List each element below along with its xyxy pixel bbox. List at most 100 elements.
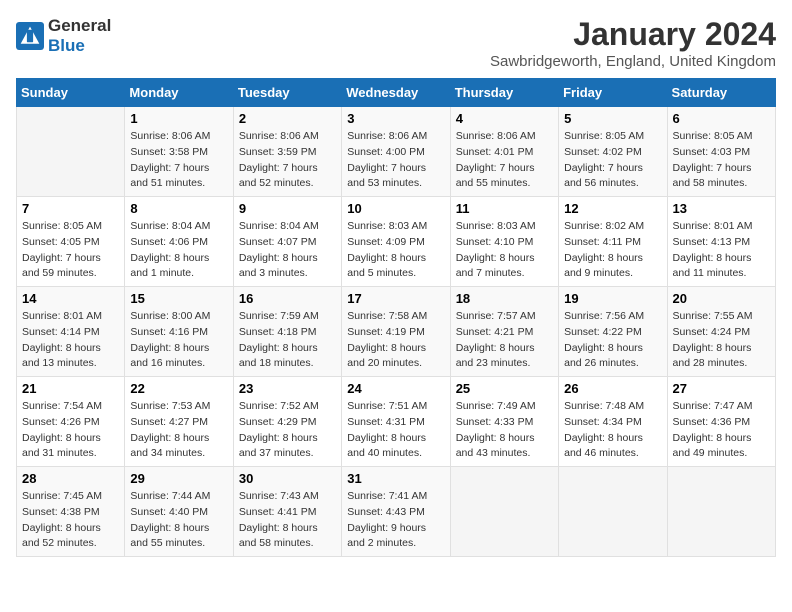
calendar-cell: 27 Sunrise: 7:47 AMSunset: 4:36 PMDayligh… <box>667 377 775 467</box>
calendar-cell: 20Sunrise: 7:55 AMSunset: 4:24 PMDayligh… <box>667 287 775 377</box>
month-title: January 2024 <box>490 16 776 53</box>
calendar-cell: 21Sunrise: 7:54 AMSunset: 4:26 PMDayligh… <box>17 377 125 467</box>
cell-info: Sunrise: 7:47 AMSunset: 4:36 PMDaylight:… <box>673 399 770 462</box>
cell-info: Sunrise: 7:53 AMSunset: 4:27 PMDaylight:… <box>130 399 227 462</box>
calendar-cell: 10 Sunrise: 8:03 AMSunset: 4:09 PMDayligh… <box>342 197 450 287</box>
day-number: 16 <box>239 291 336 306</box>
calendar-cell <box>450 467 558 557</box>
cell-info: Sunrise: 7:43 AMSunset: 4:41 PMDaylight:… <box>239 489 336 552</box>
calendar-cell: 6 Sunrise: 8:05 AMSunset: 4:03 PMDaylight… <box>667 107 775 197</box>
cell-info: Sunrise: 7:58 AMSunset: 4:19 PMDaylight:… <box>347 309 444 372</box>
day-number: 13 <box>673 201 770 216</box>
day-number: 10 <box>347 201 444 216</box>
calendar-cell: 24Sunrise: 7:51 AMSunset: 4:31 PMDayligh… <box>342 377 450 467</box>
day-number: 3 <box>347 111 444 126</box>
header-tuesday: Tuesday <box>233 79 341 107</box>
cell-info: Sunrise: 7:48 AMSunset: 4:34 PMDaylight:… <box>564 399 661 462</box>
cell-info: Sunrise: 7:41 AMSunset: 4:43 PMDaylight:… <box>347 489 444 552</box>
calendar-cell: 11 Sunrise: 8:03 AMSunset: 4:10 PMDayligh… <box>450 197 558 287</box>
calendar-cell: 23 Sunrise: 7:52 AMSunset: 4:29 PMDayligh… <box>233 377 341 467</box>
calendar-cell: 22Sunrise: 7:53 AMSunset: 4:27 PMDayligh… <box>125 377 233 467</box>
page-header: General Blue January 2024 Sawbridgeworth… <box>16 16 776 70</box>
day-number: 12 <box>564 201 661 216</box>
header-monday: Monday <box>125 79 233 107</box>
calendar-cell: 7Sunrise: 8:05 AMSunset: 4:05 PMDaylight… <box>17 197 125 287</box>
cell-info: Sunrise: 7:54 AMSunset: 4:26 PMDaylight:… <box>22 399 119 462</box>
calendar-cell: 26 Sunrise: 7:48 AMSunset: 4:34 PMDayligh… <box>559 377 667 467</box>
calendar-cell: 31Sunrise: 7:41 AMSunset: 4:43 PMDayligh… <box>342 467 450 557</box>
day-number: 14 <box>22 291 119 306</box>
calendar-cell: 8 Sunrise: 8:04 AMSunset: 4:06 PMDaylight… <box>125 197 233 287</box>
cell-info: Sunrise: 8:06 AMSunset: 3:59 PMDaylight:… <box>239 129 336 192</box>
cell-info: Sunrise: 8:03 AMSunset: 4:09 PMDaylight:… <box>347 219 444 282</box>
week-row-4: 21Sunrise: 7:54 AMSunset: 4:26 PMDayligh… <box>17 377 776 467</box>
week-row-2: 7Sunrise: 8:05 AMSunset: 4:05 PMDaylight… <box>17 197 776 287</box>
calendar-table: Sunday Monday Tuesday Wednesday Thursday… <box>16 78 776 557</box>
cell-info: Sunrise: 7:57 AMSunset: 4:21 PMDaylight:… <box>456 309 553 372</box>
week-row-5: 28Sunrise: 7:45 AMSunset: 4:38 PMDayligh… <box>17 467 776 557</box>
day-number: 5 <box>564 111 661 126</box>
cell-info: Sunrise: 7:55 AMSunset: 4:24 PMDaylight:… <box>673 309 770 372</box>
calendar-cell: 13 Sunrise: 8:01 AMSunset: 4:13 PMDayligh… <box>667 197 775 287</box>
header-saturday: Saturday <box>667 79 775 107</box>
day-number: 15 <box>130 291 227 306</box>
calendar-cell: 4Sunrise: 8:06 AMSunset: 4:01 PMDaylight… <box>450 107 558 197</box>
cell-info: Sunrise: 8:04 AMSunset: 4:06 PMDaylight:… <box>130 219 227 282</box>
cell-info: Sunrise: 7:44 AMSunset: 4:40 PMDaylight:… <box>130 489 227 552</box>
day-number: 24 <box>347 381 444 396</box>
day-number: 18 <box>456 291 553 306</box>
cell-info: Sunrise: 8:06 AMSunset: 4:00 PMDaylight:… <box>347 129 444 192</box>
day-number: 26 <box>564 381 661 396</box>
cell-info: Sunrise: 8:06 AMSunset: 4:01 PMDaylight:… <box>456 129 553 192</box>
header-sunday: Sunday <box>17 79 125 107</box>
cell-info: Sunrise: 8:01 AMSunset: 4:14 PMDaylight:… <box>22 309 119 372</box>
week-row-3: 14 Sunrise: 8:01 AMSunset: 4:14 PMDayligh… <box>17 287 776 377</box>
calendar-cell: 3 Sunrise: 8:06 AMSunset: 4:00 PMDaylight… <box>342 107 450 197</box>
calendar-cell: 12 Sunrise: 8:02 AMSunset: 4:11 PMDayligh… <box>559 197 667 287</box>
cell-info: Sunrise: 8:02 AMSunset: 4:11 PMDaylight:… <box>564 219 661 282</box>
cell-info: Sunrise: 8:03 AMSunset: 4:10 PMDaylight:… <box>456 219 553 282</box>
cell-info: Sunrise: 8:01 AMSunset: 4:13 PMDaylight:… <box>673 219 770 282</box>
day-number: 17 <box>347 291 444 306</box>
cell-info: Sunrise: 7:52 AMSunset: 4:29 PMDaylight:… <box>239 399 336 462</box>
logo: General Blue <box>16 16 111 56</box>
calendar-cell: 5Sunrise: 8:05 AMSunset: 4:02 PMDaylight… <box>559 107 667 197</box>
calendar-cell: 1Sunrise: 8:06 AMSunset: 3:58 PMDaylight… <box>125 107 233 197</box>
day-number: 6 <box>673 111 770 126</box>
cell-info: Sunrise: 7:59 AMSunset: 4:18 PMDaylight:… <box>239 309 336 372</box>
calendar-cell: 16 Sunrise: 7:59 AMSunset: 4:18 PMDayligh… <box>233 287 341 377</box>
header-friday: Friday <box>559 79 667 107</box>
day-number: 9 <box>239 201 336 216</box>
header-wednesday: Wednesday <box>342 79 450 107</box>
calendar-cell: 14 Sunrise: 8:01 AMSunset: 4:14 PMDayligh… <box>17 287 125 377</box>
calendar-cell: 15Sunrise: 8:00 AMSunset: 4:16 PMDayligh… <box>125 287 233 377</box>
calendar-cell: 2Sunrise: 8:06 AMSunset: 3:59 PMDaylight… <box>233 107 341 197</box>
day-number: 11 <box>456 201 553 216</box>
calendar-header-row: Sunday Monday Tuesday Wednesday Thursday… <box>17 79 776 107</box>
day-number: 29 <box>130 471 227 486</box>
location-subtitle: Sawbridgeworth, England, United Kingdom <box>490 53 776 70</box>
cell-info: Sunrise: 8:05 AMSunset: 4:03 PMDaylight:… <box>673 129 770 192</box>
cell-info: Sunrise: 7:45 AMSunset: 4:38 PMDaylight:… <box>22 489 119 552</box>
calendar-cell: 28Sunrise: 7:45 AMSunset: 4:38 PMDayligh… <box>17 467 125 557</box>
calendar-cell: 9 Sunrise: 8:04 AMSunset: 4:07 PMDaylight… <box>233 197 341 287</box>
calendar-cell: 18 Sunrise: 7:57 AMSunset: 4:21 PMDayligh… <box>450 287 558 377</box>
day-number: 27 <box>673 381 770 396</box>
cell-info: Sunrise: 7:49 AMSunset: 4:33 PMDaylight:… <box>456 399 553 462</box>
calendar-cell: 17 Sunrise: 7:58 AMSunset: 4:19 PMDayligh… <box>342 287 450 377</box>
day-number: 19 <box>564 291 661 306</box>
day-number: 8 <box>130 201 227 216</box>
day-number: 23 <box>239 381 336 396</box>
cell-info: Sunrise: 7:56 AMSunset: 4:22 PMDaylight:… <box>564 309 661 372</box>
calendar-cell: 19 Sunrise: 7:56 AMSunset: 4:22 PMDayligh… <box>559 287 667 377</box>
logo-blue: Blue <box>48 36 85 55</box>
calendar-cell <box>667 467 775 557</box>
calendar-cell: 29 Sunrise: 7:44 AMSunset: 4:40 PMDayligh… <box>125 467 233 557</box>
week-row-1: 1Sunrise: 8:06 AMSunset: 3:58 PMDaylight… <box>17 107 776 197</box>
calendar-cell <box>17 107 125 197</box>
day-number: 25 <box>456 381 553 396</box>
day-number: 30 <box>239 471 336 486</box>
header-thursday: Thursday <box>450 79 558 107</box>
cell-info: Sunrise: 8:04 AMSunset: 4:07 PMDaylight:… <box>239 219 336 282</box>
cell-info: Sunrise: 8:05 AMSunset: 4:05 PMDaylight:… <box>22 219 119 282</box>
